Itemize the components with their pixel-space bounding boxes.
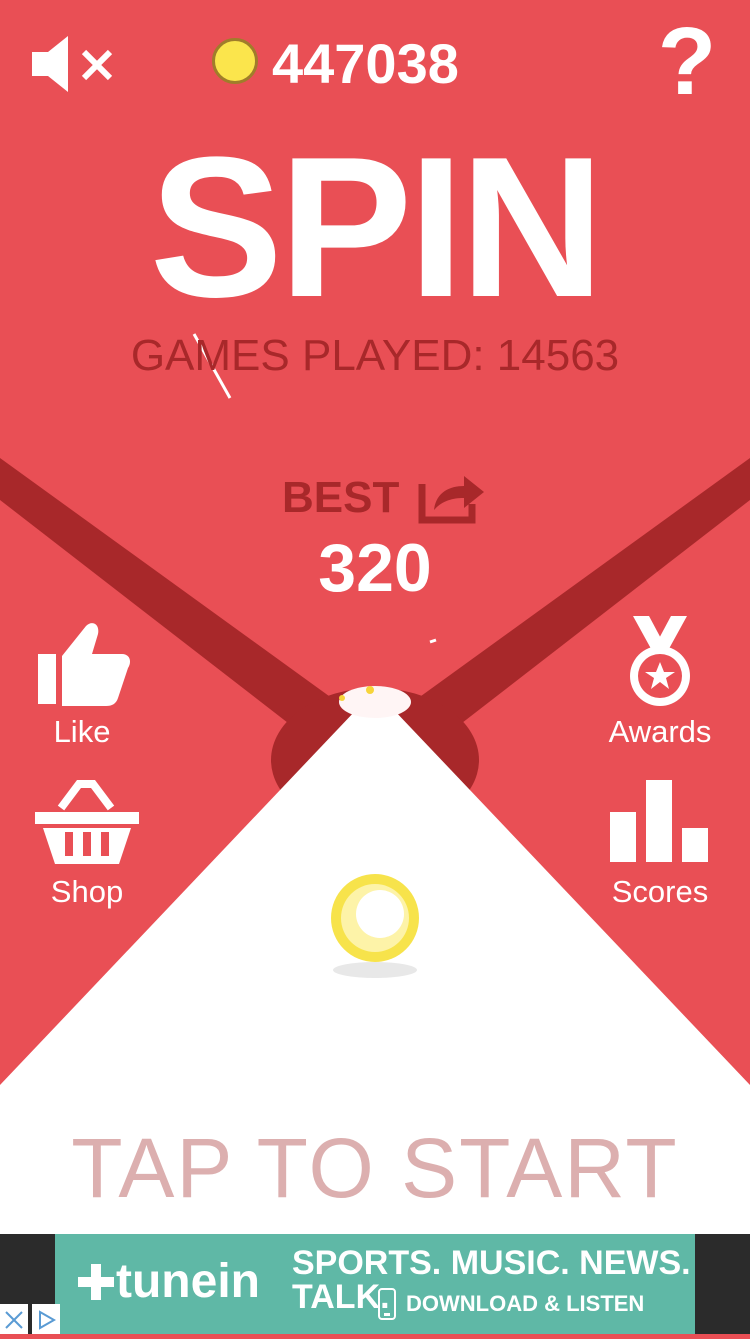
game-title: SPIN <box>149 116 605 339</box>
awards-button[interactable]: Awards <box>604 616 716 750</box>
tunein-logo-icon <box>78 1264 114 1300</box>
ball-shadow <box>333 962 417 978</box>
games-played-text: GAMES PLAYED: 14563 <box>130 331 620 380</box>
coin-icon <box>212 38 258 84</box>
glow-top <box>339 686 411 718</box>
scores-button[interactable]: Scores <box>604 780 716 910</box>
phone-icon <box>378 1288 396 1320</box>
like-label: Like <box>53 714 111 749</box>
shop-label: Shop <box>50 874 124 909</box>
scores-label: Scores <box>611 874 709 909</box>
best-label: BEST <box>282 473 400 522</box>
spark-yellow-2 <box>339 695 345 701</box>
ad-close-icon[interactable] <box>0 1304 28 1334</box>
speaker-muted-icon[interactable] <box>28 32 118 96</box>
best-score: 320 <box>318 530 432 606</box>
spark-dot <box>429 638 437 644</box>
medal-icon <box>630 616 690 706</box>
share-icon[interactable] <box>418 468 488 524</box>
help-button[interactable]: ? <box>652 14 722 110</box>
thumbs-up-icon <box>38 623 130 706</box>
player-ball-highlight <box>356 890 404 938</box>
ad-subline: DOWNLOAD & LISTEN <box>406 1291 645 1316</box>
ad-brand: tunein <box>116 1255 260 1308</box>
ad-choices-icon[interactable] <box>32 1304 60 1334</box>
coin-count: 447038 <box>272 32 459 95</box>
basket-icon <box>35 780 139 864</box>
like-button[interactable]: Like <box>30 620 134 750</box>
bar-chart-icon <box>610 780 708 862</box>
shop-button[interactable]: Shop <box>30 776 144 910</box>
spark-yellow-1 <box>366 686 374 694</box>
awards-label: Awards <box>608 714 712 749</box>
game-screen[interactable]: 447038 ? SPIN GAMES PLAYED: 14563 BEST 3… <box>0 0 750 1334</box>
tap-to-start-prompt[interactable]: TAP TO START <box>0 1126 750 1210</box>
